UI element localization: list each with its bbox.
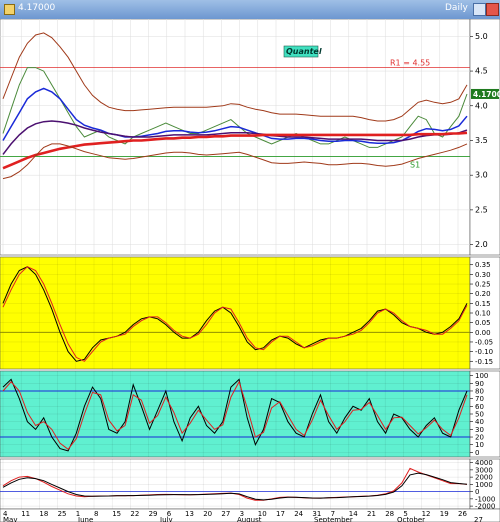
- oscillator-tick-label: -0.05: [475, 338, 493, 346]
- level-label: S1: [410, 160, 420, 169]
- price-panel: 5.0 4.5 4.0 3.5 3.0 2.5 2.0 R1 = 4.55 S1 Quantel 4…: [0, 19, 500, 256]
- x-month-label: July: [159, 516, 173, 522]
- x-day-label: 15: [112, 510, 121, 518]
- x-day-label: 19: [440, 510, 449, 518]
- title-bar: 4.17000 Daily: [0, 0, 500, 20]
- price-tick-label: 4.0: [475, 101, 488, 110]
- x-month-label: September: [314, 516, 353, 522]
- stochastic-tick-label: 0: [475, 449, 479, 457]
- x-day-label: 13: [185, 510, 194, 518]
- x-day-label: 24: [294, 510, 303, 518]
- window-title: 4.17000: [18, 3, 56, 13]
- x-day-label: 18: [39, 510, 48, 518]
- oscillator-tick-label: 0.35: [475, 261, 491, 269]
- oscillator-panel: 0.35 0.30 0.250.20 0.15 0.100.05 0.00-0.05 -0.…: [0, 256, 500, 370]
- window-icon: [4, 4, 15, 15]
- price-plot-area: [0, 19, 471, 256]
- x-day-label: 29: [149, 510, 158, 518]
- x-corner-label: 27: [474, 516, 483, 522]
- x-month-label: May: [3, 516, 17, 522]
- volume-oscillator-plot-area: [0, 458, 471, 510]
- x-day-label: 25: [58, 510, 67, 518]
- x-month-label: October: [397, 516, 425, 522]
- restore-button[interactable]: [473, 3, 486, 16]
- volume-oscillator-panel: 40003000200010000-1000-2000: [0, 458, 500, 511]
- oscillator-tick-label: 0.25: [475, 281, 491, 289]
- x-month-label: June: [77, 516, 93, 522]
- x-day-label: 28: [385, 510, 394, 518]
- x-day-label: 21: [367, 510, 376, 518]
- x-month-label: August: [237, 516, 262, 522]
- level-label: R1 = 4.55: [390, 59, 430, 68]
- x-day-label: 11: [21, 510, 30, 518]
- last-price-label: 4.1700: [473, 90, 500, 99]
- x-day-label: 22: [130, 510, 139, 518]
- x-day-label: 20: [203, 510, 212, 518]
- x-day-label: 17: [276, 510, 285, 518]
- oscillator-tick-label: -0.15: [475, 358, 493, 366]
- oscillator-tick-label: 0.05: [475, 319, 491, 327]
- oscillator-tick-label: -0.10: [475, 348, 493, 356]
- price-tick-label: 4.5: [475, 67, 488, 76]
- price-tick-label: 2.5: [475, 205, 488, 214]
- price-tick-label: 3.0: [475, 171, 488, 180]
- x-day-label: 8: [94, 510, 98, 518]
- stochastic-panel: 1009080706050403020100: [0, 370, 500, 458]
- oscillator-tick-label: 0.00: [475, 329, 491, 337]
- oscillator-tick-label: 0.15: [475, 300, 491, 308]
- price-tick-label: 3.5: [475, 136, 488, 145]
- x-axis: 4 11 18 25 1 8 15 22 29 6 13 20 27 3 10 17 24 31 7 14 21 28 5 1…: [0, 508, 500, 522]
- close-button[interactable]: [486, 3, 499, 16]
- price-tick-label: 5.0: [475, 32, 488, 41]
- chart-canvas: 5.0 4.5 4.0 3.5 3.0 2.5 2.0 R1 = 4.55 S1 Quantel 4…: [0, 19, 500, 522]
- period-label: Daily: [445, 3, 468, 13]
- oscillator-tick-label: 0.30: [475, 271, 491, 279]
- x-day-label: 26: [458, 510, 467, 518]
- oscillator-tick-label: 0.10: [475, 310, 491, 318]
- price-tick-label: 2.0: [475, 240, 488, 249]
- x-day-label: 27: [221, 510, 230, 518]
- oscillator-tick-label: 0.20: [475, 290, 491, 298]
- quantel-label: Quantel: [286, 47, 322, 56]
